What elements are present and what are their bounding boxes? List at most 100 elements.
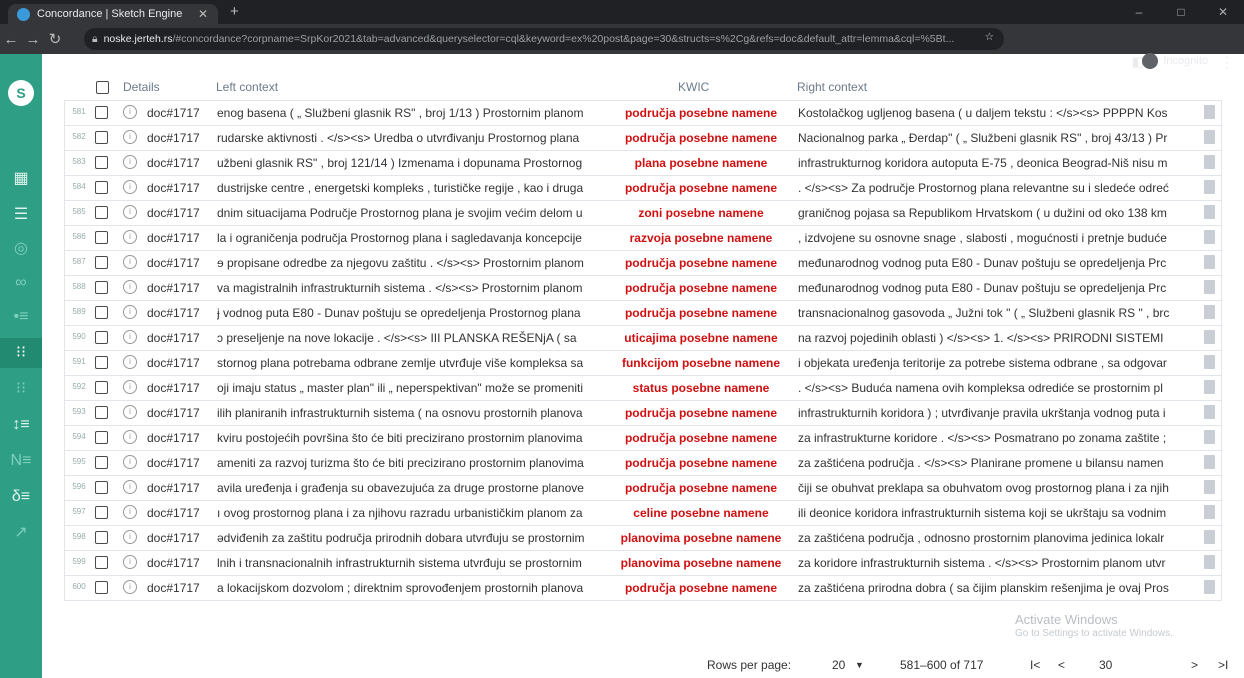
kwic-keyword[interactable]: razvoja posebne namene	[612, 231, 790, 245]
copy-icon[interactable]	[1204, 205, 1215, 219]
left-context[interactable]: ı ovog prostornog plana i za njihovu raz…	[217, 506, 612, 520]
table-row[interactable]: 598 i doc#1717 ədviđenih za zaštitu područj…	[64, 526, 1222, 551]
browser-menu-icon[interactable]: ⋮	[1220, 54, 1234, 71]
info-icon[interactable]: i	[123, 580, 137, 594]
table-row[interactable]: 599 i doc#1717 lnih i transnacionalnih infr…	[64, 551, 1222, 576]
table-row[interactable]: 581 i doc#1717 enog basena ( „ Službeni gla…	[64, 100, 1222, 126]
doc-reference[interactable]: doc#1717	[147, 181, 200, 195]
parallel-concordance-icon[interactable]: ⁝⁝	[0, 374, 42, 404]
left-context[interactable]: ilih planiranih infrastrukturnih sistema…	[217, 406, 612, 420]
left-context[interactable]: kviru postojećih površina što će biti pr…	[217, 431, 612, 445]
table-row[interactable]: 596 i doc#1717 avila uređenja i građenja su…	[64, 476, 1222, 501]
doc-reference[interactable]: doc#1717	[147, 331, 200, 345]
left-context[interactable]: ɉ vodnog puta E80 - Dunav poštuju se opr…	[217, 306, 612, 320]
copy-icon[interactable]	[1204, 180, 1215, 194]
doc-reference[interactable]: doc#1717	[147, 556, 200, 570]
last-page-icon[interactable]: >I	[1218, 658, 1228, 672]
table-row[interactable]: 591 i doc#1717 stornog plana potrebama odbr…	[64, 351, 1222, 376]
right-context[interactable]: Nacionalnog parka „ Đerdap" ( „ Službeni…	[798, 131, 1198, 145]
copy-icon[interactable]	[1204, 355, 1215, 369]
kwic-keyword[interactable]: status posebne namene	[612, 381, 790, 395]
info-icon[interactable]: i	[123, 405, 137, 419]
lock-icon[interactable]: 🔒︎	[92, 33, 98, 46]
right-context[interactable]: za koridore infrastrukturnih sistema . <…	[798, 556, 1198, 570]
copy-icon[interactable]	[1204, 405, 1215, 419]
row-checkbox[interactable]	[95, 281, 108, 294]
info-icon[interactable]: i	[123, 255, 137, 269]
info-icon[interactable]: i	[123, 180, 137, 194]
kwic-keyword[interactable]: područja posebne namene	[612, 306, 790, 320]
trends-icon[interactable]: ↗	[0, 518, 42, 548]
right-context[interactable]: infrastrukturnog koridora autoputa E-75 …	[798, 156, 1198, 170]
info-icon[interactable]: i	[123, 105, 137, 119]
left-context[interactable]: stornog plana potrebama odbrane zemlje u…	[217, 356, 612, 370]
next-page-icon[interactable]: >	[1191, 658, 1198, 672]
kwic-keyword[interactable]: celine posebne namene	[612, 506, 790, 520]
doc-reference[interactable]: doc#1717	[147, 306, 200, 320]
doc-reference[interactable]: doc#1717	[147, 156, 200, 170]
left-context[interactable]: dustrijske centre , energetski kompleks …	[217, 181, 612, 195]
kwic-keyword[interactable]: područja posebne namene	[612, 581, 790, 595]
doc-reference[interactable]: doc#1717	[147, 406, 200, 420]
kwic-keyword[interactable]: područja posebne namene	[612, 256, 790, 270]
copy-icon[interactable]	[1204, 105, 1215, 119]
doc-reference[interactable]: doc#1717	[147, 381, 200, 395]
right-context[interactable]: na razvoj pojedinih oblasti ) </s><s> 1.…	[798, 331, 1198, 345]
left-context[interactable]: rudarske aktivnosti . </s><s> Uredba o u…	[217, 131, 612, 145]
right-context[interactable]: , izdvojene su osnovne snage , slabosti …	[798, 231, 1198, 245]
maximize-icon[interactable]: □	[1160, 0, 1202, 24]
row-checkbox[interactable]	[95, 131, 108, 144]
left-context[interactable]: užbeni glasnik RS" , broj 121/14 ) Izmen…	[217, 156, 612, 170]
left-context[interactable]: dnim situacijama Područje Prostornog pla…	[217, 206, 612, 220]
right-context[interactable]: međunarodnog vodnog puta E80 - Dunav poš…	[798, 256, 1198, 270]
row-checkbox[interactable]	[95, 456, 108, 469]
doc-reference[interactable]: doc#1717	[147, 581, 200, 595]
info-icon[interactable]: i	[123, 130, 137, 144]
doc-reference[interactable]: doc#1717	[147, 456, 200, 470]
bookmark-star-icon[interactable]: ☆	[985, 31, 994, 43]
right-context[interactable]: . </s><s> Buduća namena ovih kompleksa o…	[798, 381, 1198, 395]
row-checkbox[interactable]	[95, 356, 108, 369]
copy-icon[interactable]	[1204, 130, 1215, 144]
doc-reference[interactable]: doc#1717	[147, 206, 200, 220]
sketch-engine-logo-icon[interactable]: S	[8, 80, 34, 106]
row-checkbox[interactable]	[95, 381, 108, 394]
copy-icon[interactable]	[1204, 155, 1215, 169]
concordance-icon[interactable]: ⁝⁝	[0, 338, 42, 368]
copy-icon[interactable]	[1204, 505, 1215, 519]
copy-icon[interactable]	[1204, 305, 1215, 319]
info-icon[interactable]: i	[123, 280, 137, 294]
left-context[interactable]: lnih i transnacionalnih infrastrukturnih…	[217, 556, 612, 570]
row-checkbox[interactable]	[95, 581, 108, 594]
keywords-icon[interactable]: δ≡	[0, 482, 42, 512]
right-context[interactable]: transnacionalnog gasovoda „ Južni tok " …	[798, 306, 1198, 320]
left-context[interactable]: ameniti za razvoj turizma što će biti pr…	[217, 456, 612, 470]
rows-per-page-select[interactable]: 20	[832, 658, 845, 672]
kwic-keyword[interactable]: planovima posebne namene	[612, 556, 790, 570]
doc-reference[interactable]: doc#1717	[147, 356, 200, 370]
left-context[interactable]: ɘ propisane odredbe za njegovu zaštitu .…	[217, 256, 612, 270]
copy-icon[interactable]	[1204, 555, 1215, 569]
close-window-icon[interactable]: ✕	[1202, 0, 1244, 24]
table-row[interactable]: 585 i doc#1717 dnim situacijama Područje Pr…	[64, 201, 1222, 226]
info-icon[interactable]: i	[123, 505, 137, 519]
row-checkbox[interactable]	[95, 306, 108, 319]
row-checkbox[interactable]	[95, 206, 108, 219]
left-context[interactable]: avila uređenja i građenja su obavezujuća…	[217, 481, 612, 495]
row-checkbox[interactable]	[95, 106, 108, 119]
table-row[interactable]: 588 i doc#1717 va magistralnih infrastruktu…	[64, 276, 1222, 301]
right-context[interactable]: ili deonice koridora infrastrukturnih si…	[798, 506, 1198, 520]
table-row[interactable]: 600 i doc#1717 a lokacijskom dozvolom ; dir…	[64, 576, 1222, 601]
table-row[interactable]: 583 i doc#1717 užbeni glasnik RS" , broj 12…	[64, 151, 1222, 176]
page-number-input[interactable]: 30	[1099, 658, 1112, 672]
right-context[interactable]: i objekata uređenja teritorije za potreb…	[798, 356, 1198, 370]
info-icon[interactable]: i	[123, 480, 137, 494]
copy-icon[interactable]	[1204, 255, 1215, 269]
info-icon[interactable]: i	[123, 330, 137, 344]
copy-icon[interactable]	[1204, 580, 1215, 594]
right-context[interactable]: za zaštićena područja . </s><s> Planiran…	[798, 456, 1198, 470]
kwic-keyword[interactable]: područja posebne namene	[612, 281, 790, 295]
left-context[interactable]: ədviđenih za zaštitu područja prirodnih …	[217, 531, 612, 545]
kwic-keyword[interactable]: područja posebne namene	[612, 406, 790, 420]
row-checkbox[interactable]	[95, 481, 108, 494]
